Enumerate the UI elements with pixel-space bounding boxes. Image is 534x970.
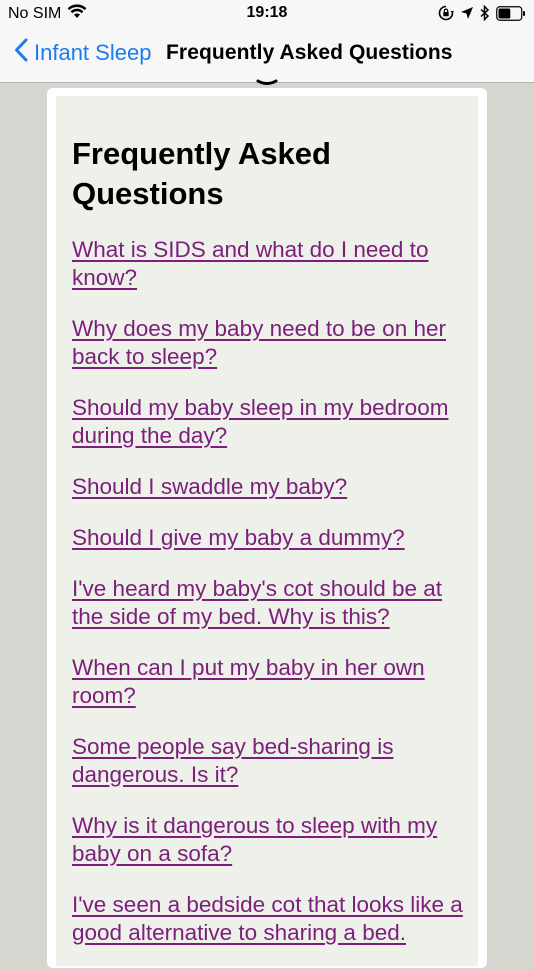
faq-link[interactable]: What is SIDS and what do I need to know?	[72, 237, 428, 290]
faq-link[interactable]: When can I put my baby in her own room?	[72, 655, 425, 708]
faq-item: Some people say bed-sharing is dangerous…	[72, 733, 472, 789]
back-button-label: Infant Sleep	[34, 40, 152, 65]
battery-icon	[496, 5, 526, 26]
faq-list: What is SIDS and what do I need to know?…	[72, 236, 472, 947]
chevron-left-icon	[14, 38, 34, 68]
faq-link[interactable]: Should I give my baby a dummy?	[72, 525, 405, 550]
faq-item: I've heard my baby's cot should be at th…	[72, 575, 472, 631]
location-arrow-icon	[460, 6, 474, 25]
back-button[interactable]: Infant Sleep	[14, 38, 151, 68]
faq-item: Should I give my baby a dummy?	[72, 524, 472, 552]
bluetooth-icon	[480, 4, 490, 26]
faq-link[interactable]: Some people say bed-sharing is dangerous…	[72, 734, 393, 787]
top-bar: No SIM 19:18 Infant Sleep Frequently Ask…	[0, 0, 534, 85]
faq-link[interactable]: Should I swaddle my baby?	[72, 474, 347, 499]
faq-link[interactable]: I've seen a bedside cot that looks like …	[72, 892, 463, 945]
screen-rotation-lock-icon	[438, 5, 454, 26]
navigation-bar: Infant Sleep Frequently Asked Questions	[0, 30, 534, 85]
status-bar: No SIM 19:18	[0, 0, 534, 28]
faq-link[interactable]: Why does my baby need to be on her back …	[72, 316, 446, 369]
faq-content: Frequently Asked Questions What is SIDS …	[72, 134, 472, 970]
nav-title: Frequently Asked Questions	[166, 41, 453, 64]
faq-item: What is SIDS and what do I need to know?	[72, 236, 472, 292]
faq-item: Should I swaddle my baby?	[72, 473, 472, 501]
page-heading: Frequently Asked Questions	[72, 136, 331, 211]
faq-item: I've seen a bedside cot that looks like …	[72, 891, 472, 947]
status-icons	[438, 4, 526, 26]
faq-link[interactable]: Should my baby sleep in my bedroom durin…	[72, 395, 448, 448]
faq-item: Should my baby sleep in my bedroom durin…	[72, 394, 472, 450]
faq-link[interactable]: I've heard my baby's cot should be at th…	[72, 576, 442, 629]
faq-item: Why is it dangerous to sleep with my bab…	[72, 812, 472, 868]
faq-item: Why does my baby need to be on her back …	[72, 315, 472, 371]
faq-item: When can I put my baby in her own room?	[72, 654, 472, 710]
faq-link[interactable]: Why is it dangerous to sleep with my bab…	[72, 813, 437, 866]
